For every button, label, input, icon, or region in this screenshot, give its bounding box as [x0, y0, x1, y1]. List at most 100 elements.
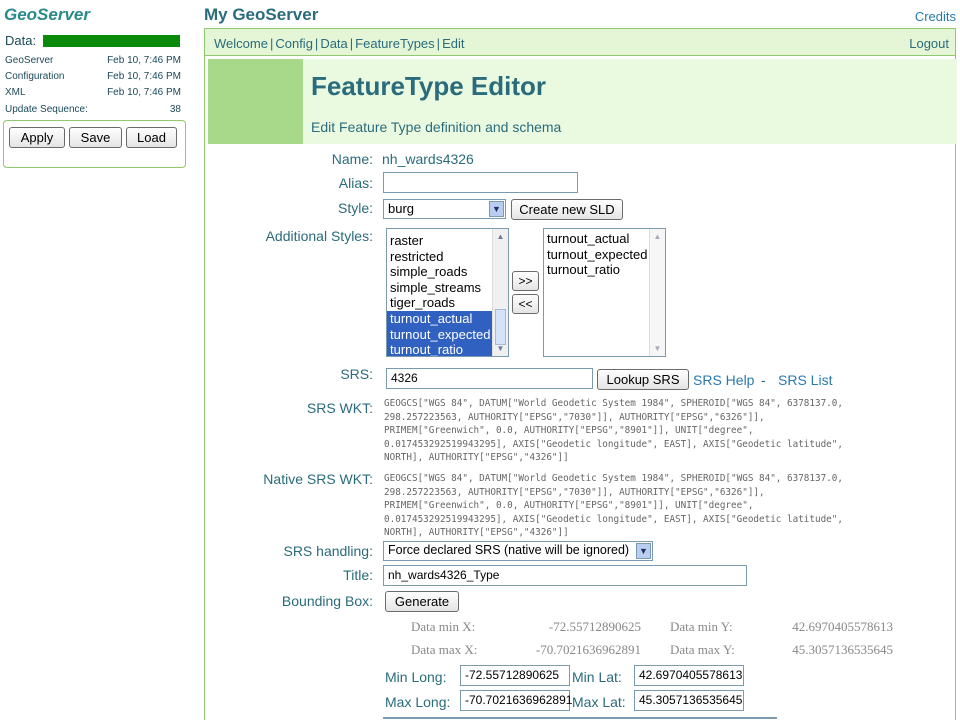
data-min-y-label: Data min Y:: [670, 619, 733, 634]
apply-button[interactable]: Apply: [9, 127, 65, 148]
scroll-thumb[interactable]: [495, 309, 506, 345]
list-item[interactable]: turnout_expected: [544, 247, 665, 263]
list-item[interactable]: turnout_ratio: [544, 262, 665, 278]
breadcrumb: Welcome | Config | Data | FeatureTypes | Edit: [214, 36, 464, 51]
create-new-sld-button[interactable]: Create new SLD: [511, 199, 623, 220]
list-item-selected[interactable]: turnout_expected: [387, 326, 508, 343]
app-title: My GeoServer: [204, 5, 319, 24]
scrollbar[interactable]: ▲ ▼: [649, 229, 665, 356]
stat-label: Update Sequence:: [5, 104, 88, 115]
chevron-down-icon[interactable]: ▼: [636, 543, 651, 559]
nav-link-data[interactable]: Data: [320, 36, 347, 51]
additional-styles-label: Additional Styles:: [265, 228, 373, 244]
data-max-y-value: 45.3057136535645: [792, 642, 893, 657]
breadcrumb-nav: Welcome | Config | Data | FeatureTypes | Edit Lo…: [205, 29, 955, 56]
stat-label: GeoServer: [5, 55, 54, 66]
list-item[interactable]: tiger_roads: [387, 295, 508, 311]
data-min-x-label: Data min X:: [411, 619, 476, 634]
data-status-bar: [43, 35, 180, 47]
max-lat-input[interactable]: 45.3057136535645: [634, 690, 744, 711]
data-max-x-value: -70.7021636962891: [535, 642, 641, 657]
load-button[interactable]: Load: [126, 127, 177, 148]
data-min-y-value: 42.6970405578613: [792, 619, 893, 634]
nav-link-config[interactable]: Config: [275, 36, 313, 51]
data-label: Data:: [5, 33, 37, 48]
nav-separator: |: [314, 36, 319, 51]
alias-label: Alias:: [338, 175, 373, 191]
srs-wkt-text: GEOGCS["WGS 84", DATUM["World Geodetic S…: [384, 398, 843, 463]
geoserver-logo[interactable]: GeoServer: [4, 5, 90, 25]
srs-handling-select[interactable]: Force declared SRS (native will be ignor…: [383, 541, 653, 561]
scrollbar[interactable]: ▲ ▼: [492, 229, 508, 356]
nav-link-edit[interactable]: Edit: [442, 36, 464, 51]
nav-link-welcome[interactable]: Welcome: [214, 36, 268, 51]
data-max-y-label: Data max Y:: [670, 642, 735, 657]
stat-label: XML: [5, 87, 26, 98]
stat-value: 38: [169, 104, 181, 115]
srs-handling-value: Force declared SRS (native will be ignor…: [388, 543, 630, 557]
stat-row-update-sequence: Update Sequence: 38: [5, 104, 181, 115]
title-input[interactable]: nh_wards4326_Type: [383, 565, 747, 586]
add-style-button[interactable]: >>: [512, 271, 539, 291]
bounding-box-label: Bounding Box:: [281, 593, 373, 609]
list-item[interactable]: simple_roads: [387, 264, 508, 280]
list-item-selected[interactable]: turnout_ratio: [387, 342, 508, 356]
page-subtitle: Edit Feature Type definition and schema: [311, 119, 562, 135]
available-styles-list[interactable]: raster restricted simple_roads simple_st…: [386, 228, 509, 357]
list-item[interactable]: turnout_actual: [544, 231, 665, 247]
native-srs-wkt-label: Native SRS WKT:: [263, 471, 373, 487]
name-label: Name:: [331, 151, 373, 167]
generate-button[interactable]: Generate: [385, 591, 459, 612]
main-content: Welcome | Config | Data | FeatureTypes | Edit Lo…: [204, 28, 957, 720]
chosen-styles-list[interactable]: turnout_actual turnout_expected turnout_…: [543, 228, 666, 357]
srs-label: SRS:: [340, 366, 373, 382]
link-separator: -: [761, 372, 766, 388]
min-lat-label: Min Lat:: [572, 669, 622, 685]
native-srs-wkt-text: GEOGCS["WGS 84", DATUM["World Geodetic S…: [384, 473, 843, 538]
nav-separator: |: [349, 36, 354, 51]
save-button[interactable]: Save: [69, 127, 122, 148]
chevron-down-icon[interactable]: ▼: [489, 201, 504, 217]
min-lat-input[interactable]: 42.6970405578613: [634, 665, 744, 686]
stat-row-xml: XML Feb 10, 7:46 PM: [5, 87, 181, 98]
stat-label: Configuration: [5, 71, 65, 82]
scroll-down-icon[interactable]: ▼: [494, 342, 507, 355]
stat-value: Feb 10, 7:46 PM: [107, 87, 181, 98]
scroll-down-icon[interactable]: ▼: [651, 342, 664, 355]
page-title: FeatureType Editor: [311, 71, 547, 101]
credits-link[interactable]: Credits: [915, 9, 956, 24]
lookup-srs-button[interactable]: Lookup SRS: [597, 369, 689, 390]
list-item-selected[interactable]: turnout_actual: [387, 310, 508, 327]
min-long-input[interactable]: -72.55712890625: [460, 665, 570, 686]
max-long-label: Max Long:: [385, 694, 451, 710]
banner-accent: [208, 59, 303, 144]
stat-row-configuration: Configuration Feb 10, 7:46 PM: [5, 71, 181, 82]
min-long-label: Min Long:: [385, 669, 447, 685]
style-select-value: burg: [388, 201, 415, 216]
section-divider: [383, 717, 777, 719]
stat-value: Feb 10, 7:46 PM: [107, 55, 181, 66]
nav-link-featuretypes[interactable]: FeatureTypes: [355, 36, 435, 51]
title-label: Title:: [343, 567, 373, 583]
max-long-input[interactable]: -70.7021636962891: [460, 690, 572, 711]
srs-input[interactable]: 4326: [386, 368, 593, 389]
scroll-up-icon[interactable]: ▲: [651, 230, 664, 243]
nav-separator: |: [269, 36, 274, 51]
srs-handling-label: SRS handling:: [283, 543, 373, 559]
srs-help-link[interactable]: SRS Help: [693, 372, 754, 388]
list-item[interactable]: restricted: [387, 249, 508, 265]
stat-value: Feb 10, 7:46 PM: [107, 71, 181, 82]
style-label: Style:: [337, 200, 373, 216]
list-item[interactable]: raster: [387, 233, 508, 249]
logout-link[interactable]: Logout: [909, 36, 949, 51]
srs-wkt-label: SRS WKT:: [306, 400, 373, 416]
style-select[interactable]: burg ▼: [383, 199, 506, 219]
alias-input[interactable]: [383, 172, 578, 193]
page-banner: FeatureType Editor Edit Feature Type def…: [303, 59, 957, 144]
max-lat-label: Max Lat:: [572, 694, 626, 710]
remove-style-button[interactable]: <<: [512, 294, 539, 314]
srs-list-link[interactable]: SRS List: [778, 372, 832, 388]
list-item[interactable]: simple_streams: [387, 280, 508, 296]
scroll-up-icon[interactable]: ▲: [494, 230, 507, 243]
data-min-x-value: -72.55712890625: [548, 619, 641, 634]
